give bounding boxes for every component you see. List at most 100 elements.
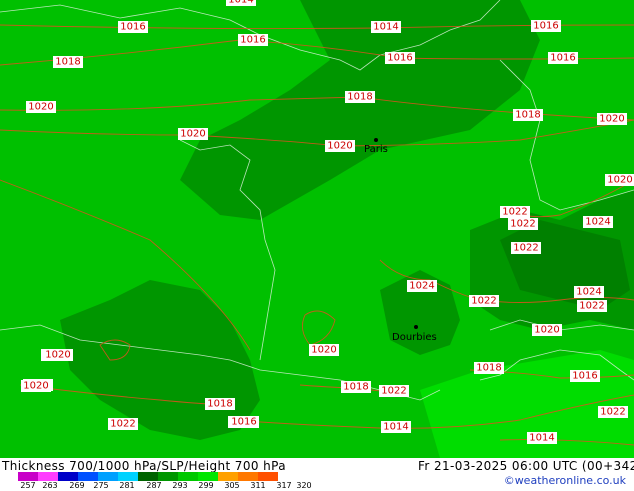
isobar-label: 1018 <box>341 381 371 393</box>
legend-swatch <box>38 472 58 481</box>
svg-text:1024: 1024 <box>585 217 610 228</box>
isobar-label: 1020 <box>21 380 51 392</box>
legend-swatch <box>158 472 178 481</box>
isobar-label: 1016 <box>238 34 268 46</box>
legend-tick-label: 305 <box>224 481 240 490</box>
credit-link[interactable]: ©weatheronline.co.uk <box>504 474 626 487</box>
legend-swatch <box>78 472 98 481</box>
isobar-label: 1018 <box>205 398 235 410</box>
city-marker-dourbies <box>414 325 418 329</box>
legend-tick-label: 275 <box>93 481 109 490</box>
isobar-label: 1022 <box>511 242 541 254</box>
city-label-paris: Paris <box>364 144 388 155</box>
legend-tick-label: 320 <box>296 481 312 490</box>
isobar-label: 1022 <box>577 300 607 312</box>
isobar-label: 1020 <box>178 128 208 140</box>
svg-text:1020: 1020 <box>28 102 53 113</box>
legend-swatch <box>218 472 238 481</box>
legend-swatch <box>198 472 218 481</box>
legend-tick-label: 257 <box>20 481 36 490</box>
isobar-label: 1022 <box>108 418 138 430</box>
isobar-label: 1020 <box>605 174 634 186</box>
isobar-label: 1022 <box>508 218 538 230</box>
legend-swatch <box>58 472 78 481</box>
legend-tick-label: 281 <box>119 481 135 490</box>
isobar-label: 1020 <box>43 349 73 361</box>
svg-text:1014: 1014 <box>228 0 253 6</box>
valid-time: Fr 21-03-2025 06:00 UTC (00+342) <box>418 459 634 473</box>
legend-tick-label: 287 <box>146 481 162 490</box>
svg-text:1024: 1024 <box>409 281 434 292</box>
svg-text:1020: 1020 <box>327 141 352 152</box>
city-label-dourbies: Dourbies <box>392 332 437 343</box>
legend-swatch <box>178 472 198 481</box>
svg-text:1016: 1016 <box>533 21 558 32</box>
isobar-label: 1016 <box>531 20 561 32</box>
isobar-label: 1016 <box>548 52 578 64</box>
legend-swatch <box>138 472 158 481</box>
legend-swatch <box>258 472 278 481</box>
weather-map: 1014 1016 1016 1014 1016 1016 1018 1016 1018 1020… <box>0 0 634 458</box>
svg-text:1022: 1022 <box>471 296 496 307</box>
isobar-label: 1020 <box>309 344 339 356</box>
legend-tick-label: 311 <box>250 481 266 490</box>
isobar-label: 1018 <box>513 109 543 121</box>
isobar-label: 1022 <box>379 385 409 397</box>
svg-text:1020: 1020 <box>599 114 624 125</box>
svg-text:1022: 1022 <box>513 243 538 254</box>
svg-text:1024: 1024 <box>576 287 601 298</box>
svg-text:1016: 1016 <box>240 35 265 46</box>
isobar-label: 1020 <box>26 101 56 113</box>
isobar-label: 1016 <box>118 21 148 33</box>
legend-tick-label: 317 <box>276 481 292 490</box>
isobar-label: 1022 <box>598 406 628 418</box>
legend-tick-label: 263 <box>42 481 58 490</box>
svg-text:1018: 1018 <box>207 399 232 410</box>
legend-tick-label: 299 <box>198 481 214 490</box>
legend-tick-label: 269 <box>69 481 85 490</box>
isobar-label: 1020 <box>325 140 355 152</box>
svg-text:1020: 1020 <box>311 345 336 356</box>
legend-swatch <box>238 472 258 481</box>
svg-text:1014: 1014 <box>373 22 398 33</box>
isobar-label: 1022 <box>469 295 499 307</box>
legend-swatch <box>118 472 138 481</box>
legend-colorbar <box>18 472 278 481</box>
svg-text:1014: 1014 <box>383 422 408 433</box>
svg-text:1016: 1016 <box>120 22 145 33</box>
legend-swatch <box>18 472 38 481</box>
svg-text:1016: 1016 <box>231 417 256 428</box>
city-marker-paris <box>374 138 378 142</box>
isobar-label: 1024 <box>407 280 437 292</box>
svg-text:1022: 1022 <box>579 301 604 312</box>
svg-text:1018: 1018 <box>515 110 540 121</box>
isobar-label: 1016 <box>570 370 600 382</box>
isobar-label: 1014 <box>381 421 411 433</box>
isobar-label: 1018 <box>345 91 375 103</box>
svg-text:1022: 1022 <box>381 386 406 397</box>
svg-text:1020: 1020 <box>607 175 632 186</box>
svg-text:1014: 1014 <box>529 433 554 444</box>
svg-text:1016: 1016 <box>572 371 597 382</box>
svg-text:1016: 1016 <box>550 53 575 64</box>
svg-text:1022: 1022 <box>600 407 625 418</box>
isobar-label: 1024 <box>574 286 604 298</box>
svg-text:1018: 1018 <box>55 57 80 68</box>
svg-text:1016: 1016 <box>387 53 412 64</box>
isobar-label: 1016 <box>229 416 259 428</box>
svg-text:1022: 1022 <box>502 207 527 218</box>
svg-text:1020: 1020 <box>180 129 205 140</box>
isobar-label: 1016 <box>385 52 415 64</box>
isobar-label: 1014 <box>226 0 256 6</box>
legend-swatch <box>98 472 118 481</box>
svg-text:1020: 1020 <box>45 350 70 361</box>
isobar-label: 1020 <box>597 113 627 125</box>
svg-text:1020: 1020 <box>23 381 48 392</box>
svg-text:1018: 1018 <box>476 363 501 374</box>
svg-text:1018: 1018 <box>343 382 368 393</box>
legend-tick-label: 293 <box>172 481 188 490</box>
map-title: Thickness 700/1000 hPa/SLP/Height 700 hP… <box>2 459 286 473</box>
svg-text:1020: 1020 <box>534 325 559 336</box>
svg-text:1018: 1018 <box>347 92 372 103</box>
isobar-label: 1018 <box>474 362 504 374</box>
